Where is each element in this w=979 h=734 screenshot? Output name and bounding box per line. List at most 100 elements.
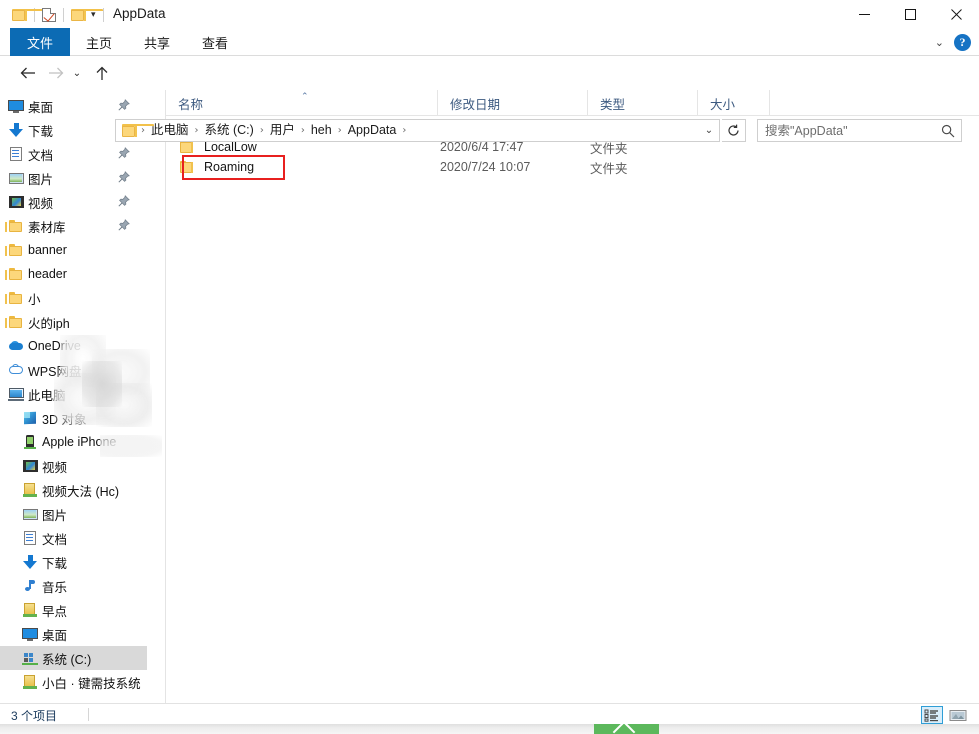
this-pc-icon (8, 386, 24, 402)
videos-icon (8, 194, 24, 210)
column-header-size[interactable]: 大小 (698, 90, 770, 116)
breadcrumb-item-appdata[interactable]: AppData (344, 120, 401, 141)
sidebar-item[interactable]: header (0, 262, 147, 286)
sidebar-item-label: 视频 (28, 193, 53, 212)
tab-file[interactable]: 文件 (10, 28, 70, 56)
folder-icon (8, 266, 24, 282)
pin-icon[interactable] (118, 99, 131, 112)
breadcrumb-item-heh[interactable]: heh (307, 120, 336, 141)
drive-icon (22, 602, 38, 618)
cell-type: 文件夹 (588, 157, 698, 177)
address-bar[interactable]: › 此电脑 › 系统 (C:) › 用户 › heh › AppData › ⌄ (115, 119, 720, 142)
download-icon (8, 122, 24, 138)
music-icon (22, 578, 38, 594)
sidebar-item-label: 音乐 (42, 577, 67, 596)
forward-button[interactable] (44, 61, 68, 85)
folder-icon (8, 314, 24, 330)
sidebar-item[interactable]: 早点 (0, 598, 147, 622)
onedrive-icon (8, 338, 24, 354)
breadcrumb-separator[interactable]: › (258, 125, 266, 136)
close-button[interactable] (933, 0, 979, 28)
navigation-bar: ⌄ › 此电脑 › 系统 (C:) › 用户 › heh › AppData ›… (0, 57, 979, 89)
breadcrumb-item-this-pc[interactable]: 此电脑 (147, 120, 193, 141)
tab-view[interactable]: 查看 (186, 28, 244, 56)
sidebar-item[interactable]: 音乐 (0, 574, 147, 598)
breadcrumb-separator[interactable]: › (193, 125, 201, 136)
search-icon[interactable] (935, 120, 961, 141)
up-button[interactable] (90, 61, 114, 85)
column-header-name[interactable]: 名称 ⌃ (166, 90, 438, 116)
sidebar-item-label: 文档 (28, 145, 53, 164)
videos-icon (22, 458, 38, 474)
breadcrumb-separator[interactable]: › (336, 125, 344, 136)
column-header-filler (770, 90, 979, 116)
large-icons-view-button[interactable] (947, 706, 969, 724)
sidebar-item-label: 图片 (28, 169, 53, 188)
new-folder-icon[interactable] (71, 9, 86, 22)
breadcrumb-separator: › (139, 125, 147, 136)
navigation-pane: 桌面下载文档图片视频素材库bannerheader小火的iphOneDriveW… (0, 90, 147, 703)
pin-icon[interactable] (118, 171, 131, 184)
sidebar-item[interactable]: 文档 (0, 142, 147, 166)
sidebar-item[interactable]: 小白 · 键需技系统 (0, 670, 147, 694)
window-title: AppData (113, 4, 166, 24)
refresh-button[interactable] (722, 119, 746, 142)
sidebar-item[interactable]: 3D 对象 (0, 406, 147, 430)
chevron-down-icon[interactable]: ⌄ (935, 36, 944, 49)
status-divider (88, 708, 89, 721)
window-controls (841, 0, 979, 28)
breadcrumb-separator[interactable]: › (299, 125, 307, 136)
sidebar-item[interactable]: 视频 (0, 454, 147, 478)
column-header-date-modified[interactable]: 修改日期 (438, 90, 588, 116)
chevron-down-icon[interactable]: ⌄ (699, 120, 719, 141)
ribbon-tab-bar: 文件 主页 共享 查看 ⌄ ? (0, 28, 979, 56)
column-header-type[interactable]: 类型 (588, 90, 698, 116)
sidebar-item[interactable]: Apple iPhone (0, 430, 147, 454)
sidebar-item[interactable]: 视频大法 (Hc) (0, 478, 147, 502)
breadcrumb-separator[interactable]: › (400, 125, 408, 136)
sidebar-item[interactable]: 下载 (0, 550, 147, 574)
sidebar-item[interactable]: 图片 (0, 166, 147, 190)
search-box[interactable] (757, 119, 962, 142)
sidebar-item[interactable]: 桌面 (0, 622, 147, 646)
sidebar-item[interactable]: OneDrive (0, 334, 147, 358)
wps-cloud-icon (8, 362, 24, 378)
search-input[interactable] (758, 120, 935, 141)
sidebar-item[interactable]: 火的iph (0, 310, 147, 334)
sidebar-item[interactable]: banner (0, 238, 147, 262)
desktop-icon (8, 98, 24, 114)
breadcrumb-item-users[interactable]: 用户 (266, 120, 299, 141)
table-row[interactable]: Roaming2020/7/24 10:07文件夹 (166, 157, 979, 177)
title-bar: ▾ AppData (0, 0, 979, 28)
details-view-button[interactable] (921, 706, 943, 724)
minimize-button[interactable] (841, 0, 887, 28)
column-headers: 名称 ⌃ 修改日期 类型 大小 (166, 90, 979, 116)
pin-icon[interactable] (118, 195, 131, 208)
sidebar-item-label: 视频大法 (Hc) (42, 481, 119, 500)
recent-locations-button[interactable]: ⌄ (68, 61, 86, 85)
pin-icon[interactable] (118, 147, 131, 160)
sidebar-item[interactable]: 此电脑 (0, 382, 147, 406)
pin-icon[interactable] (118, 219, 131, 232)
sidebar-item[interactable]: 视频 (0, 190, 147, 214)
sidebar-item[interactable]: 文档 (0, 526, 147, 550)
sidebar-item[interactable]: 桌面 (0, 94, 147, 118)
cell-date-modified: 2020/7/24 10:07 (438, 157, 588, 177)
help-icon[interactable]: ? (954, 34, 971, 51)
sidebar-item[interactable]: 系统 (C:) (0, 646, 147, 670)
drive-icon (22, 482, 38, 498)
sidebar-item[interactable]: WPS网盘 (0, 358, 147, 382)
chevron-down-icon[interactable]: ▾ (91, 11, 96, 20)
sidebar-item-label: 桌面 (28, 97, 53, 116)
tab-home[interactable]: 主页 (70, 28, 128, 56)
sidebar-item[interactable]: 图片 (0, 502, 147, 526)
back-button[interactable] (16, 61, 40, 85)
folder-icon[interactable] (12, 9, 27, 22)
maximize-button[interactable] (887, 0, 933, 28)
sidebar-item[interactable]: 小 (0, 286, 147, 310)
sidebar-item[interactable]: 素材库 (0, 214, 147, 238)
properties-checkbox-icon[interactable] (42, 8, 56, 22)
file-list-pane: 名称 ⌃ 修改日期 类型 大小 Local2020/7/28 14:37文件夹L… (166, 90, 979, 703)
tab-share[interactable]: 共享 (128, 28, 186, 56)
breadcrumb-item-system-c[interactable]: 系统 (C:) (201, 120, 258, 141)
